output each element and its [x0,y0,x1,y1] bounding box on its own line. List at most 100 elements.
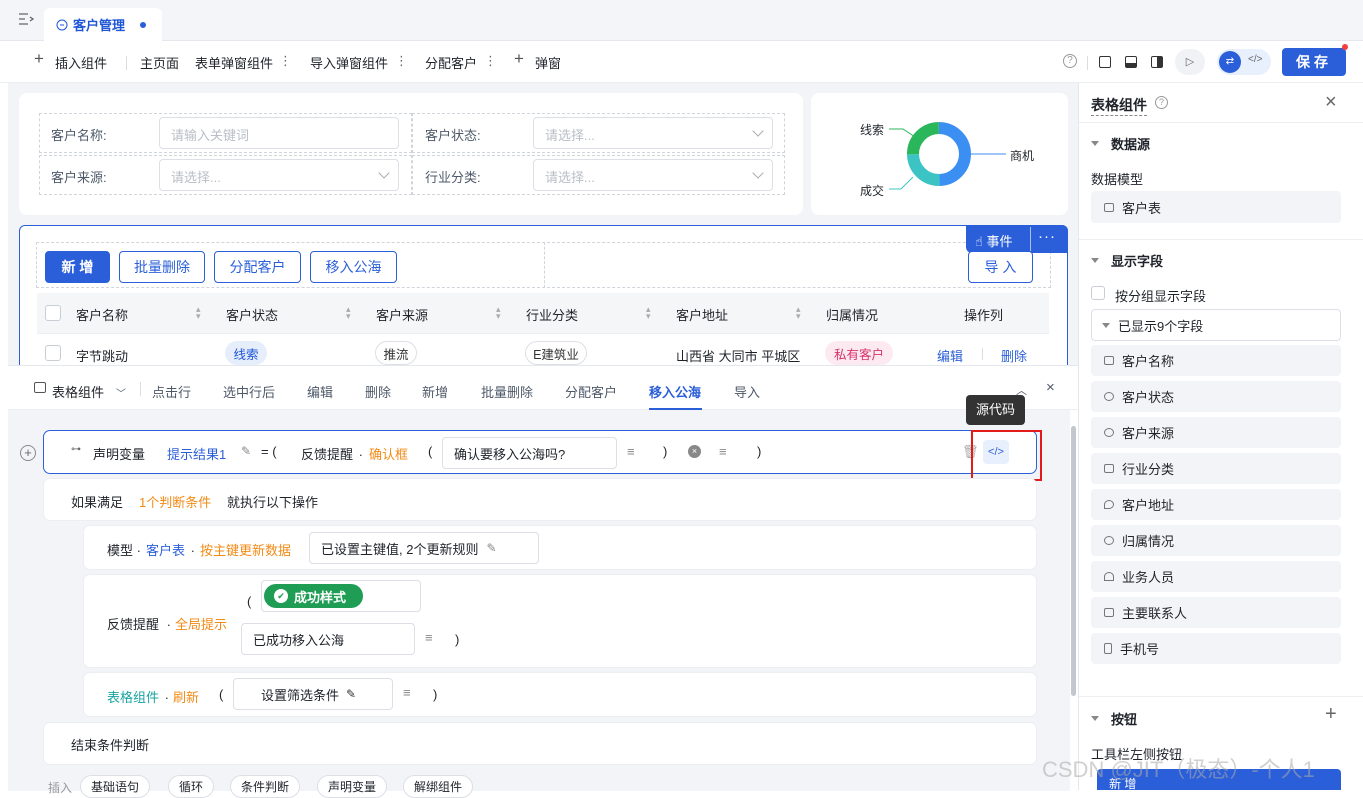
more-icon[interactable]: ⋮ [279,53,292,69]
add-button[interactable]: 新 增 [45,251,110,283]
tab-move-pool[interactable]: 移入公海 [649,382,701,401]
param-icon[interactable]: ≡ [403,685,411,700]
tab-import[interactable]: 导入 [734,382,760,401]
table-refresh-statement[interactable] [84,673,1036,716]
industry-select[interactable]: 请选择... [533,159,773,191]
field-item[interactable]: 客户来源 [1091,417,1341,448]
refresh-action[interactable]: 刷新 [173,687,199,706]
col-name[interactable]: 客户名称 [76,300,128,328]
tab-customer-management[interactable]: 客户管理 [44,8,162,41]
field-item[interactable]: 行业分类 [1091,453,1341,484]
view-toggle[interactable]: ⇄ </> [1217,49,1271,75]
field-item[interactable]: 主要联系人 [1091,597,1341,628]
move-to-pool-button[interactable]: 移入公海 [310,251,397,283]
data-model-select[interactable]: 客户表 [1091,191,1341,223]
settings-view-icon[interactable]: ⇄ [1219,51,1241,73]
field-item[interactable]: 客户名称 [1091,345,1341,376]
form-dialog-button[interactable]: 表单弹窗组件 [195,53,273,72]
col-industry[interactable]: 行业分类 [526,300,578,328]
tab-add[interactable]: 新增 [422,382,448,401]
shown-fields-dropdown[interactable]: 已显示9个字段 [1091,309,1341,341]
add-button-icon[interactable]: + [1325,703,1337,726]
sort-icon[interactable]: ▴ ▾ [496,305,501,321]
group-display-checkbox[interactable] [1091,286,1105,300]
col-source[interactable]: 客户来源 [376,300,428,328]
feedback-action[interactable]: 全局提示 [175,614,227,633]
col-owner[interactable]: 归属情况 [826,300,878,328]
assign-customer-button[interactable]: 分配客户 [214,251,301,283]
field-item[interactable]: 手机号 [1091,633,1341,664]
sort-icon[interactable]: ▴ ▾ [346,305,351,321]
col-address[interactable]: 客户地址 [676,300,728,328]
sort-icon[interactable]: ▴ ▾ [646,305,651,321]
customer-name-input[interactable]: 请输入关键词 [159,117,399,149]
more-icon[interactable]: ⋮ [395,53,408,69]
layout-left-icon[interactable] [1099,56,1111,68]
tool-condition[interactable]: 条件判断 [230,775,301,798]
save-button[interactable]: 保存 [1282,48,1346,76]
clear-icon[interactable]: × [688,445,701,458]
customer-status-select[interactable]: 请选择... [533,117,773,149]
scrollbar[interactable] [1071,426,1076,696]
import-button[interactable]: 导 入 [968,251,1033,283]
sort-icon[interactable]: ▴ ▾ [796,305,801,321]
variable-name[interactable]: 提示结果1 [167,444,226,463]
confirm-method[interactable]: 确认框 [369,444,408,463]
more-icon[interactable]: ··· [1038,228,1056,245]
tab-select-row[interactable]: 选中行后 [223,382,275,401]
edit-link[interactable]: 编辑 [937,346,963,365]
customer-source-select[interactable]: 请选择... [159,159,399,191]
main-page-button[interactable]: 主页面 [140,53,179,72]
event-button[interactable]: ☝ 事件 [975,231,1013,250]
tab-delete[interactable]: 删除 [365,382,391,401]
edit-icon[interactable]: ✎ [241,444,251,458]
confirm-message-input[interactable]: 确认要移入公海吗? [442,437,617,469]
popup-button[interactable]: 弹窗 [535,53,561,72]
delete-link[interactable]: 删除 [1001,346,1027,365]
assign-dialog-button[interactable]: 分配客户 [425,53,477,72]
update-rule-chip[interactable]: 已设置主键值, 2个更新规则 ✎ [309,532,539,564]
collapse-menu-icon[interactable] [18,12,34,26]
edit-icon[interactable]: ✎ [346,687,356,701]
param-icon[interactable]: ≡ [627,444,635,459]
model-action[interactable]: 按主键更新数据 [200,540,291,559]
condition-link[interactable]: 1个判断条件 [139,492,211,511]
close-icon[interactable]: × [1325,91,1337,114]
field-item[interactable]: 归属情况 [1091,525,1341,556]
preview-icon[interactable]: ▷ [1175,49,1205,75]
close-icon[interactable]: × [1046,379,1055,396]
select-all-checkbox[interactable] [45,305,61,321]
field-item[interactable]: 客户状态 [1091,381,1341,412]
filter-condition-chip[interactable]: 设置筛选条件 ✎ [233,678,393,710]
edit-icon[interactable]: ✎ [486,541,496,555]
buttons-section[interactable]: 按钮 [1091,709,1137,728]
chevron-down-icon[interactable]: ﹀ [116,385,126,400]
row-checkbox[interactable] [45,345,61,361]
col-status[interactable]: 客户状态 [226,300,278,328]
tool-unbind[interactable]: 解绑组件 [403,775,474,798]
insert-component-button[interactable]: 插入组件 [55,53,107,72]
fields-section[interactable]: 显示字段 [1091,251,1163,270]
datasource-section[interactable]: 数据源 [1091,134,1150,153]
field-item[interactable]: 客户地址 [1091,489,1341,520]
help-icon[interactable]: ? [1155,96,1168,109]
code-view-icon[interactable]: </> [1248,54,1262,65]
tab-click-row[interactable]: 点击行 [152,382,191,401]
sort-icon[interactable]: ▴ ▾ [196,305,201,321]
param-icon[interactable]: ≡ [719,444,727,459]
tab-batch-delete[interactable]: 批量删除 [481,382,533,401]
model-name[interactable]: 客户表 [146,540,185,559]
layout-right-icon[interactable] [1151,56,1163,68]
help-icon[interactable]: ? [1063,54,1077,68]
tool-loop[interactable]: 循环 [168,775,215,798]
more-icon[interactable]: ⋮ [484,53,497,69]
field-item[interactable]: 业务人员 [1091,561,1341,592]
feedback-message-input[interactable]: 已成功移入公海 [241,623,415,655]
layout-bottom-icon[interactable] [1125,56,1137,68]
tab-edit[interactable]: 编辑 [307,382,333,401]
add-statement-icon[interactable]: + [20,445,36,461]
tool-declare[interactable]: 声明变量 [317,775,388,798]
param-icon[interactable]: ≡ [425,630,433,645]
batch-delete-button[interactable]: 批量删除 [119,251,205,283]
tool-basic-statement[interactable]: 基础语句 [80,775,151,798]
